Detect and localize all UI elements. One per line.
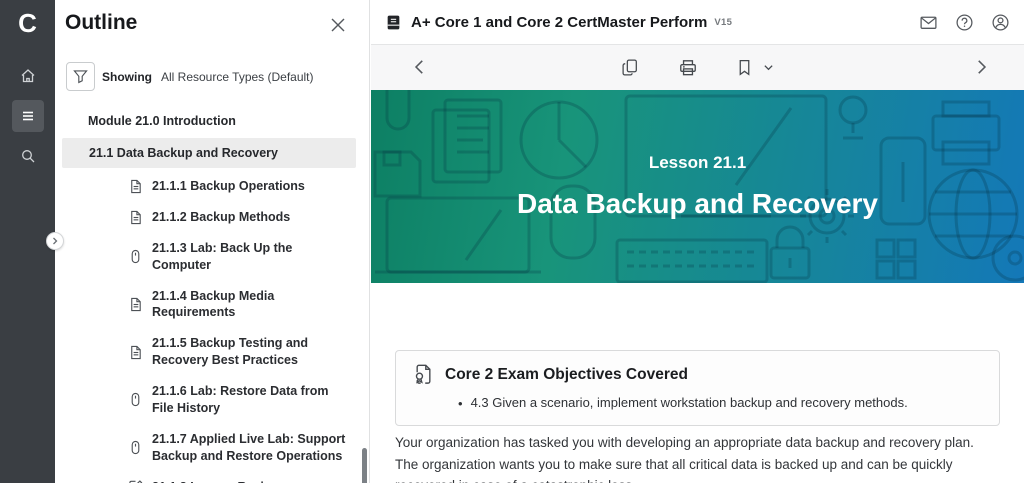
outline-title: Outline [65, 11, 137, 35]
document-icon [128, 210, 143, 225]
help-icon[interactable] [955, 13, 974, 32]
filter-value: All Resource Types (Default) [161, 70, 314, 84]
bookmark-icon[interactable] [736, 59, 753, 76]
lab-mouse-icon [128, 249, 143, 264]
filter-showing-label: Showing [102, 70, 152, 84]
comptia-logo: C [0, 0, 55, 46]
lab-mouse-icon [128, 392, 143, 407]
tree-item-topic[interactable]: 21.1.3 Lab: Back Up the Computer [55, 233, 370, 281]
home-icon [20, 68, 36, 84]
document-icon [128, 345, 143, 360]
mail-icon[interactable] [919, 13, 938, 32]
objective-item: 4.3 Given a scenario, implement workstat… [471, 395, 908, 413]
hero-lesson-title: Data Backup and Recovery [517, 188, 878, 220]
account-icon[interactable] [991, 13, 1010, 32]
main-content: A+ Core 1 and Core 2 CertMaster Perform … [371, 0, 1024, 483]
copy-icon[interactable] [621, 58, 640, 77]
outline-scrollbar-thumb[interactable] [362, 448, 367, 483]
outline-panel: Outline Showing All Resource Types (Defa… [55, 0, 370, 483]
search-icon [20, 148, 36, 164]
rail-home-button[interactable] [12, 60, 44, 92]
course-title: A+ Core 1 and Core 2 CertMaster Perform [411, 14, 707, 31]
outline-tree: Module 21.0 Introduction 21.1 Data Backu… [55, 108, 370, 483]
print-icon[interactable] [678, 58, 698, 78]
certificate-icon [412, 363, 435, 386]
filter-button[interactable] [66, 62, 95, 91]
tree-item-topic[interactable]: 21.1.2 Backup Methods [55, 202, 370, 233]
rail-search-button[interactable] [12, 140, 44, 172]
tree-item-lesson-selected[interactable]: 21.1 Data Backup and Recovery [62, 138, 356, 168]
panel-collapse-toggle[interactable] [46, 232, 64, 250]
close-icon[interactable] [329, 16, 349, 36]
callout-title: Core 2 Exam Objectives Covered [445, 366, 688, 384]
course-version: V15 [714, 17, 732, 28]
chevron-right-icon [51, 237, 59, 245]
edit-review-icon [128, 479, 143, 483]
tree-item-module[interactable]: Module 21.0 Introduction [55, 108, 370, 135]
book-icon [385, 14, 402, 31]
lesson-intro-paragraph: Your organization has tasked you with de… [395, 432, 997, 483]
tree-item-topic[interactable]: 21.1.7 Applied Live Lab: Support Backup … [55, 424, 370, 472]
lesson-toolbar [371, 45, 1024, 90]
tree-item-topic[interactable]: 21.1.6 Lab: Restore Data from File Histo… [55, 376, 370, 424]
funnel-icon [73, 69, 88, 84]
tree-item-topic[interactable]: 21.1.8 Lesson Review [55, 472, 370, 483]
bullet-dot: • [458, 395, 463, 413]
rail-outline-button[interactable] [12, 100, 44, 132]
next-page-icon[interactable] [972, 58, 990, 81]
tree-item-topic[interactable]: 21.1.1 Backup Operations [55, 171, 370, 202]
lab-mouse-icon [128, 440, 143, 455]
chevron-down-icon[interactable] [763, 62, 774, 73]
document-icon [128, 179, 143, 194]
tree-item-topic[interactable]: 21.1.4 Backup Media Requirements [55, 281, 370, 329]
course-header: A+ Core 1 and Core 2 CertMaster Perform … [371, 0, 1024, 45]
hero-banner: Lesson 21.1 Data Backup and Recovery [371, 90, 1024, 283]
exam-objectives-callout: Core 2 Exam Objectives Covered • 4.3 Giv… [395, 350, 1000, 426]
hero-lesson-number: Lesson 21.1 [649, 153, 746, 173]
menu-icon [20, 108, 36, 124]
document-icon [128, 297, 143, 312]
tree-item-topic[interactable]: 21.1.5 Backup Testing and Recovery Best … [55, 328, 370, 376]
